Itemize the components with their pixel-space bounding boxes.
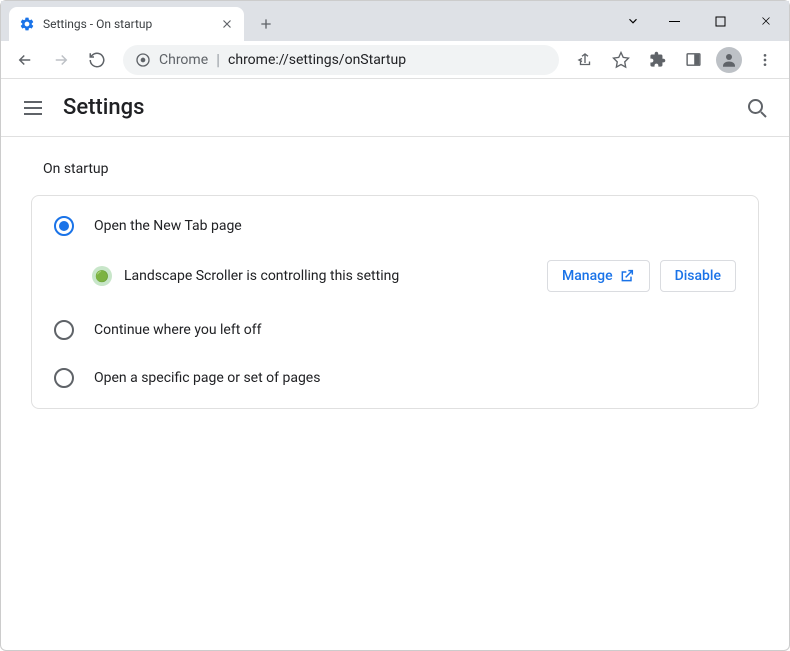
browser-tab[interactable]: Settings - On startup xyxy=(9,7,244,41)
profile-button[interactable] xyxy=(713,44,745,76)
bookmark-icon[interactable] xyxy=(605,44,637,76)
tab-title: Settings - On startup xyxy=(43,17,212,31)
radio-unchecked-icon[interactable] xyxy=(54,320,74,340)
radio-checked-icon[interactable] xyxy=(54,216,74,236)
url-prefix: Chrome xyxy=(159,52,208,68)
extension-message: Landscape Scroller is controlling this s… xyxy=(124,268,535,284)
maximize-button[interactable] xyxy=(697,5,743,37)
chevron-down-icon[interactable] xyxy=(615,5,651,37)
search-icon[interactable] xyxy=(745,96,769,120)
gear-icon xyxy=(19,16,35,32)
address-bar[interactable]: Chrome | chrome://settings/onStartup xyxy=(123,45,559,75)
close-icon[interactable] xyxy=(220,17,234,31)
launch-icon xyxy=(619,268,635,284)
settings-content: On startup Open the New Tab page 🟢 Lands… xyxy=(1,137,789,433)
extensions-icon[interactable] xyxy=(641,44,673,76)
option-new-tab[interactable]: Open the New Tab page xyxy=(32,202,758,250)
forward-button[interactable] xyxy=(45,44,77,76)
radio-unchecked-icon[interactable] xyxy=(54,368,74,388)
option-label: Open a specific page or set of pages xyxy=(94,370,320,386)
window-controls xyxy=(615,1,789,41)
browser-toolbar: Chrome | chrome://settings/onStartup xyxy=(1,41,789,79)
reload-button[interactable] xyxy=(81,44,113,76)
page-title: Settings xyxy=(63,95,745,120)
manage-button[interactable]: Manage xyxy=(547,260,650,292)
share-icon[interactable] xyxy=(569,44,601,76)
menu-icon[interactable] xyxy=(749,44,781,76)
avatar-icon xyxy=(716,47,742,73)
extension-notice: 🟢 Landscape Scroller is controlling this… xyxy=(32,250,758,306)
section-title: On startup xyxy=(31,161,759,177)
close-button[interactable] xyxy=(743,5,789,37)
settings-header: Settings xyxy=(1,79,789,137)
side-panel-icon[interactable] xyxy=(677,44,709,76)
option-label: Open the New Tab page xyxy=(94,218,242,234)
back-button[interactable] xyxy=(9,44,41,76)
option-continue[interactable]: Continue where you left off xyxy=(32,306,758,354)
option-specific[interactable]: Open a specific page or set of pages xyxy=(32,354,758,402)
url-separator: | xyxy=(216,50,220,69)
startup-card: Open the New Tab page 🟢 Landscape Scroll… xyxy=(31,195,759,409)
chrome-icon xyxy=(135,52,151,68)
disable-label: Disable xyxy=(675,268,721,284)
minimize-button[interactable] xyxy=(651,5,697,37)
url-text: chrome://settings/onStartup xyxy=(228,52,406,68)
manage-label: Manage xyxy=(562,268,613,284)
window-titlebar: Settings - On startup xyxy=(1,1,789,41)
disable-button[interactable]: Disable xyxy=(660,260,736,292)
hamburger-icon[interactable] xyxy=(21,96,45,120)
option-label: Continue where you left off xyxy=(94,322,262,338)
extension-icon: 🟢 xyxy=(92,266,112,286)
new-tab-button[interactable] xyxy=(252,10,280,38)
